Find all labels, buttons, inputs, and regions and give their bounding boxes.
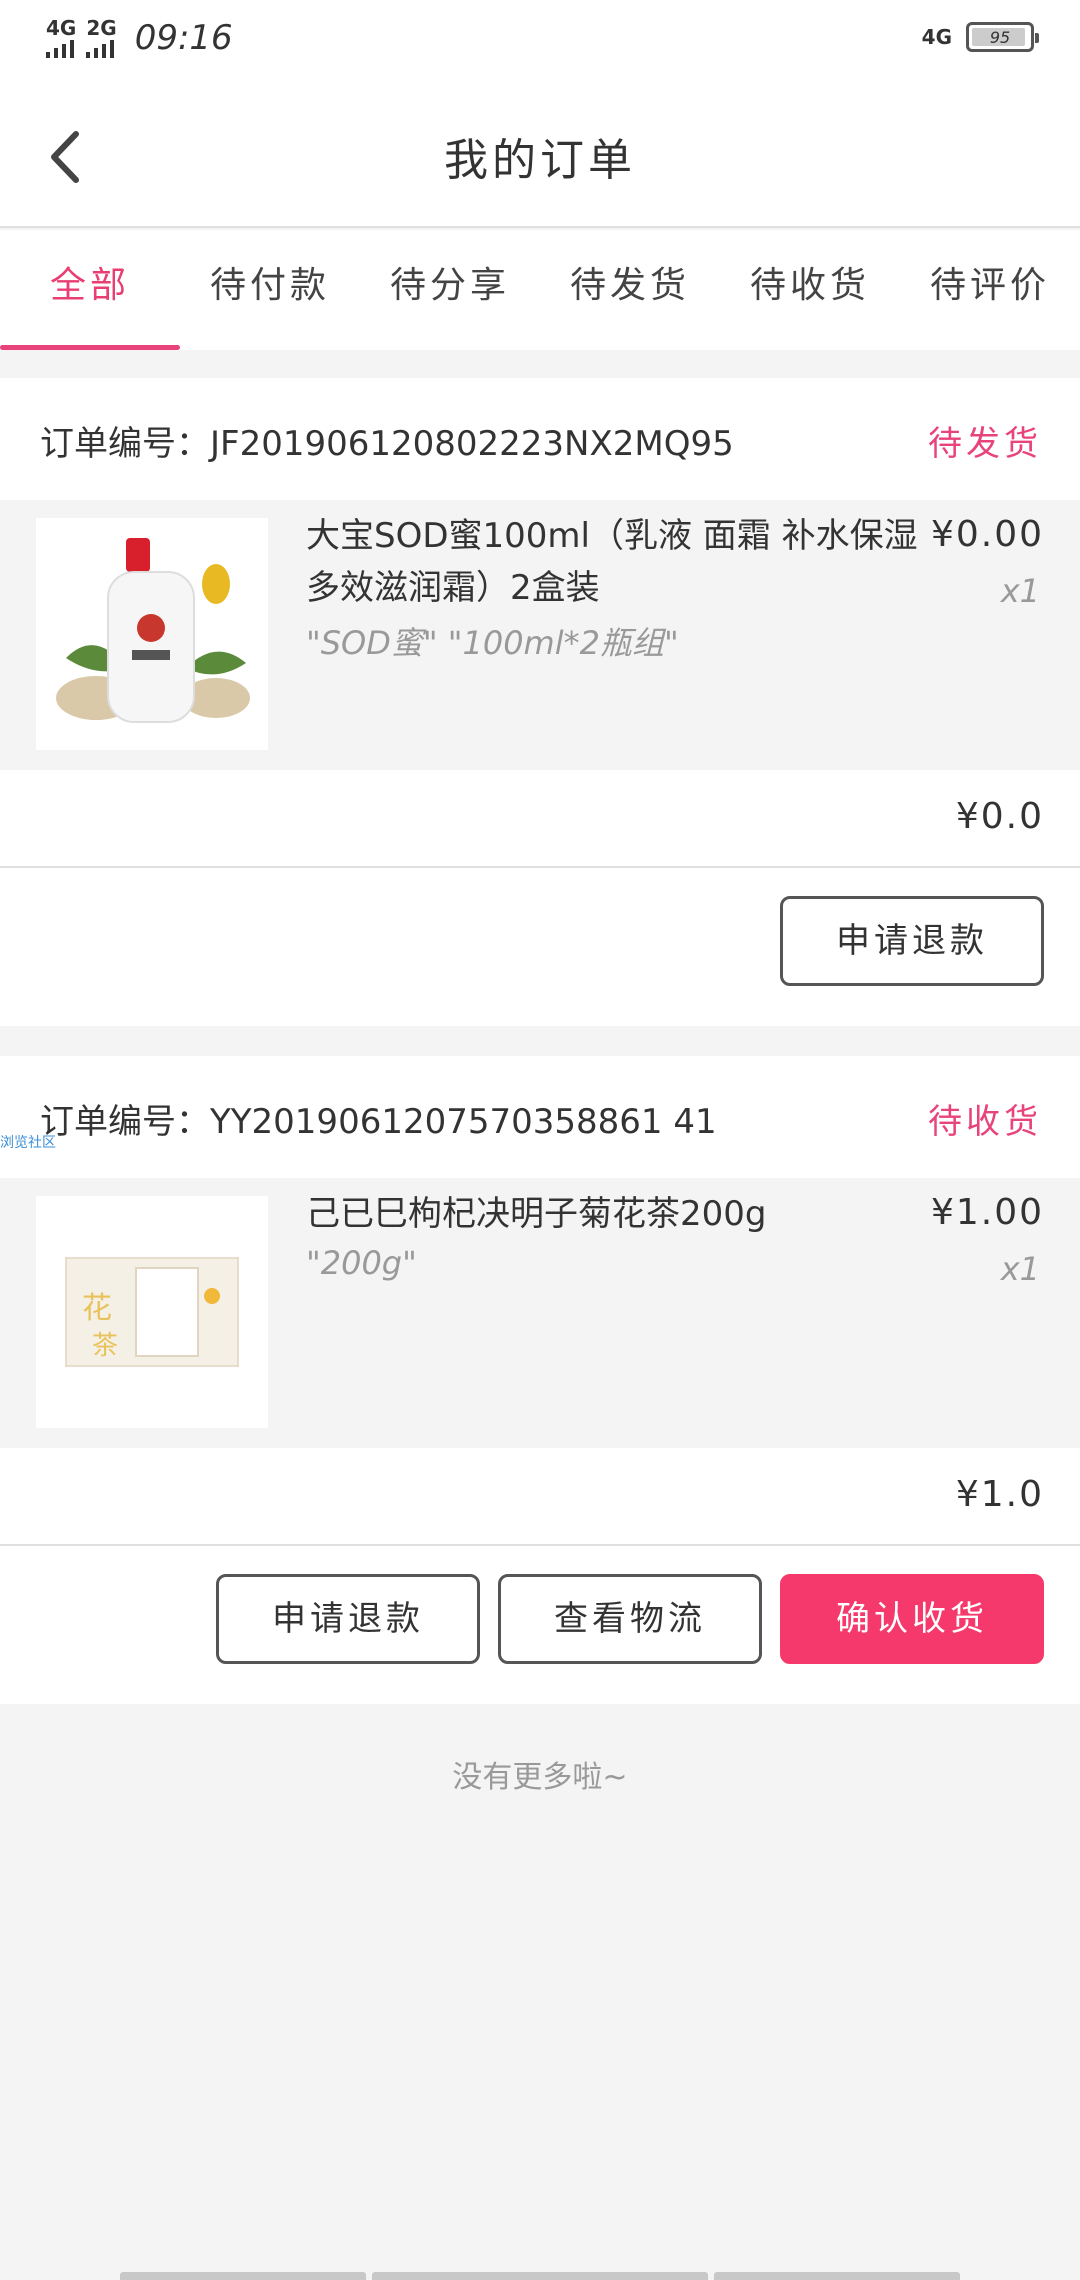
network-type-2: 2G: [86, 16, 117, 40]
order-tabs: 全部 待付款 待分享 待发货 待收货 待评价: [0, 230, 1080, 350]
product-image[interactable]: [36, 518, 268, 750]
product-name[interactable]: 己已巳枸杞决明子菊花茶200g: [306, 1188, 926, 1240]
status-right: 4G 95: [921, 22, 1039, 52]
refund-button[interactable]: 申请退款: [216, 1574, 480, 1664]
svg-text:花: 花: [82, 1291, 112, 1326]
product-image[interactable]: 花 茶: [36, 1196, 268, 1428]
track-logistics-button[interactable]: 查看物流: [498, 1574, 762, 1664]
order-card[interactable]: 订单编号：JF201906120802223NX2MQ95 待发货 大宝SOD蜜…: [0, 378, 1080, 1026]
order-item[interactable]: 花 茶 己已巳枸杞决明子菊花茶200g "200g" ¥1.00 x1: [0, 1178, 1080, 1448]
clock: 09:16: [134, 18, 233, 58]
network-type-1: 4G: [46, 16, 77, 40]
order-status: 待收货: [928, 1102, 1042, 1142]
product-spec: "200g": [306, 1244, 417, 1282]
nav-gesture-bar[interactable]: [372, 2272, 708, 2280]
product-quantity: x1: [1000, 1250, 1040, 1288]
tab-pending-receipt[interactable]: 待收货: [720, 230, 900, 350]
tab-all[interactable]: 全部: [0, 230, 180, 350]
order-total: ¥1.0: [0, 1448, 1080, 1546]
nav-gesture-bar[interactable]: [714, 2272, 960, 2280]
title-bar: 我的订单: [0, 80, 1080, 228]
refund-button[interactable]: 申请退款: [780, 896, 1044, 986]
product-price: ¥1.00: [930, 1192, 1044, 1233]
order-actions: 申请退款: [0, 868, 1080, 1026]
product-spec: "SOD蜜" "100ml*2瓶组": [306, 624, 679, 662]
tab-pending-review[interactable]: 待评价: [900, 230, 1080, 350]
order-number: 订单编号：JF201906120802223NX2MQ95: [40, 424, 734, 464]
tab-pending-share[interactable]: 待分享: [360, 230, 540, 350]
floating-community-label[interactable]: 浏览社区: [0, 1132, 56, 1152]
signal-icon: 2G: [86, 16, 117, 58]
order-total: ¥0.0: [0, 770, 1080, 868]
product-name[interactable]: 大宝SOD蜜100ml（乳液 面霜 补水保湿 多效滋润霜）2盒装: [306, 510, 926, 614]
confirm-receipt-button[interactable]: 确认收货: [780, 1574, 1044, 1664]
status-bar: 4G 2G 09:16 4G 95: [0, 0, 1080, 80]
tab-pending-payment[interactable]: 待付款: [180, 230, 360, 350]
order-header: 订单编号：JF201906120802223NX2MQ95 待发货: [0, 378, 1080, 500]
signal-icon: 4G: [46, 18, 76, 58]
order-header: 订单编号：YY2019061207570358861 41 待收货: [0, 1056, 1080, 1178]
order-item[interactable]: 大宝SOD蜜100ml（乳液 面霜 补水保湿 多效滋润霜）2盒装 "SOD蜜" …: [0, 500, 1080, 770]
product-quantity: x1: [1000, 572, 1040, 610]
battery-icon: 95: [966, 22, 1039, 52]
network-type-right: 4G: [921, 25, 952, 49]
order-total-amount: ¥1.0: [955, 1474, 1044, 1515]
nav-gesture-bar[interactable]: [120, 2272, 366, 2280]
page-title: 我的订单: [444, 135, 636, 186]
end-of-list-text: 没有更多啦~: [452, 1760, 628, 1795]
order-total-amount: ¥0.0: [955, 796, 1044, 837]
order-actions: 申请退款 查看物流 确认收货: [0, 1546, 1080, 1704]
order-status: 待发货: [928, 424, 1042, 464]
status-left: 4G 2G 09:16: [46, 18, 233, 58]
product-price: ¥0.00: [930, 514, 1044, 555]
tab-pending-shipment[interactable]: 待发货: [540, 230, 720, 350]
order-card[interactable]: 订单编号：YY2019061207570358861 41 待收货 花 茶 己已…: [0, 1056, 1080, 1704]
order-number: 订单编号：YY2019061207570358861 41: [40, 1102, 717, 1142]
svg-text:茶: 茶: [92, 1331, 118, 1361]
battery-level: 95: [989, 27, 1011, 47]
